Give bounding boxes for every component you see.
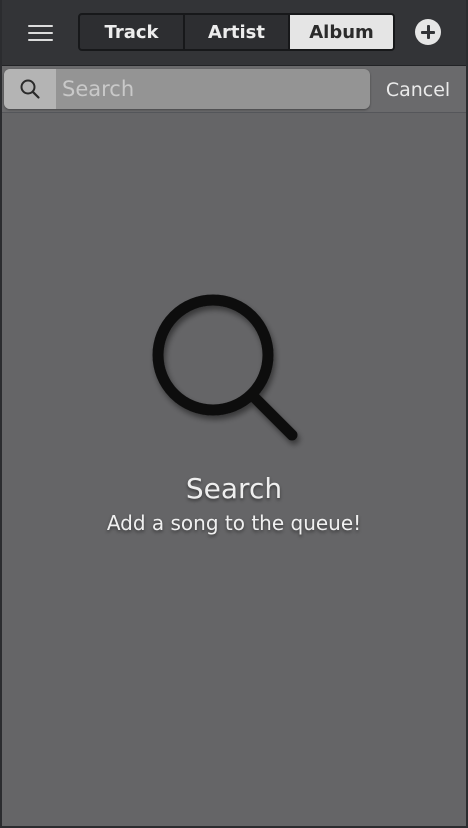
search-input[interactable]: [62, 73, 358, 105]
tab-album[interactable]: Album: [290, 15, 393, 49]
tab-track[interactable]: Track: [80, 15, 185, 49]
empty-state-title: Search: [185, 472, 283, 505]
app-window: Track Artist Album Cancel: [0, 0, 468, 828]
search-icon: [20, 79, 40, 99]
magnifying-glass-icon: [152, 294, 298, 441]
search-bar: Cancel: [2, 66, 466, 113]
plus-circle-icon[interactable]: [415, 19, 441, 45]
tab-artist[interactable]: Artist: [185, 15, 290, 49]
hamburger-bar: [27, 39, 53, 41]
top-bar: Track Artist Album: [2, 0, 466, 66]
empty-state-subtitle: Add a song to the queue!: [106, 511, 362, 535]
empty-state: Search Add a song to the queue!: [2, 290, 466, 535]
hamburger-menu-icon: [27, 25, 53, 27]
search-field: [4, 69, 370, 109]
search-icon-button[interactable]: [4, 69, 56, 109]
hamburger-bar: [27, 32, 53, 34]
menu-button[interactable]: [16, 14, 64, 52]
cancel-button[interactable]: Cancel: [376, 75, 460, 105]
search-type-segmented-control: Track Artist Album: [78, 13, 395, 51]
